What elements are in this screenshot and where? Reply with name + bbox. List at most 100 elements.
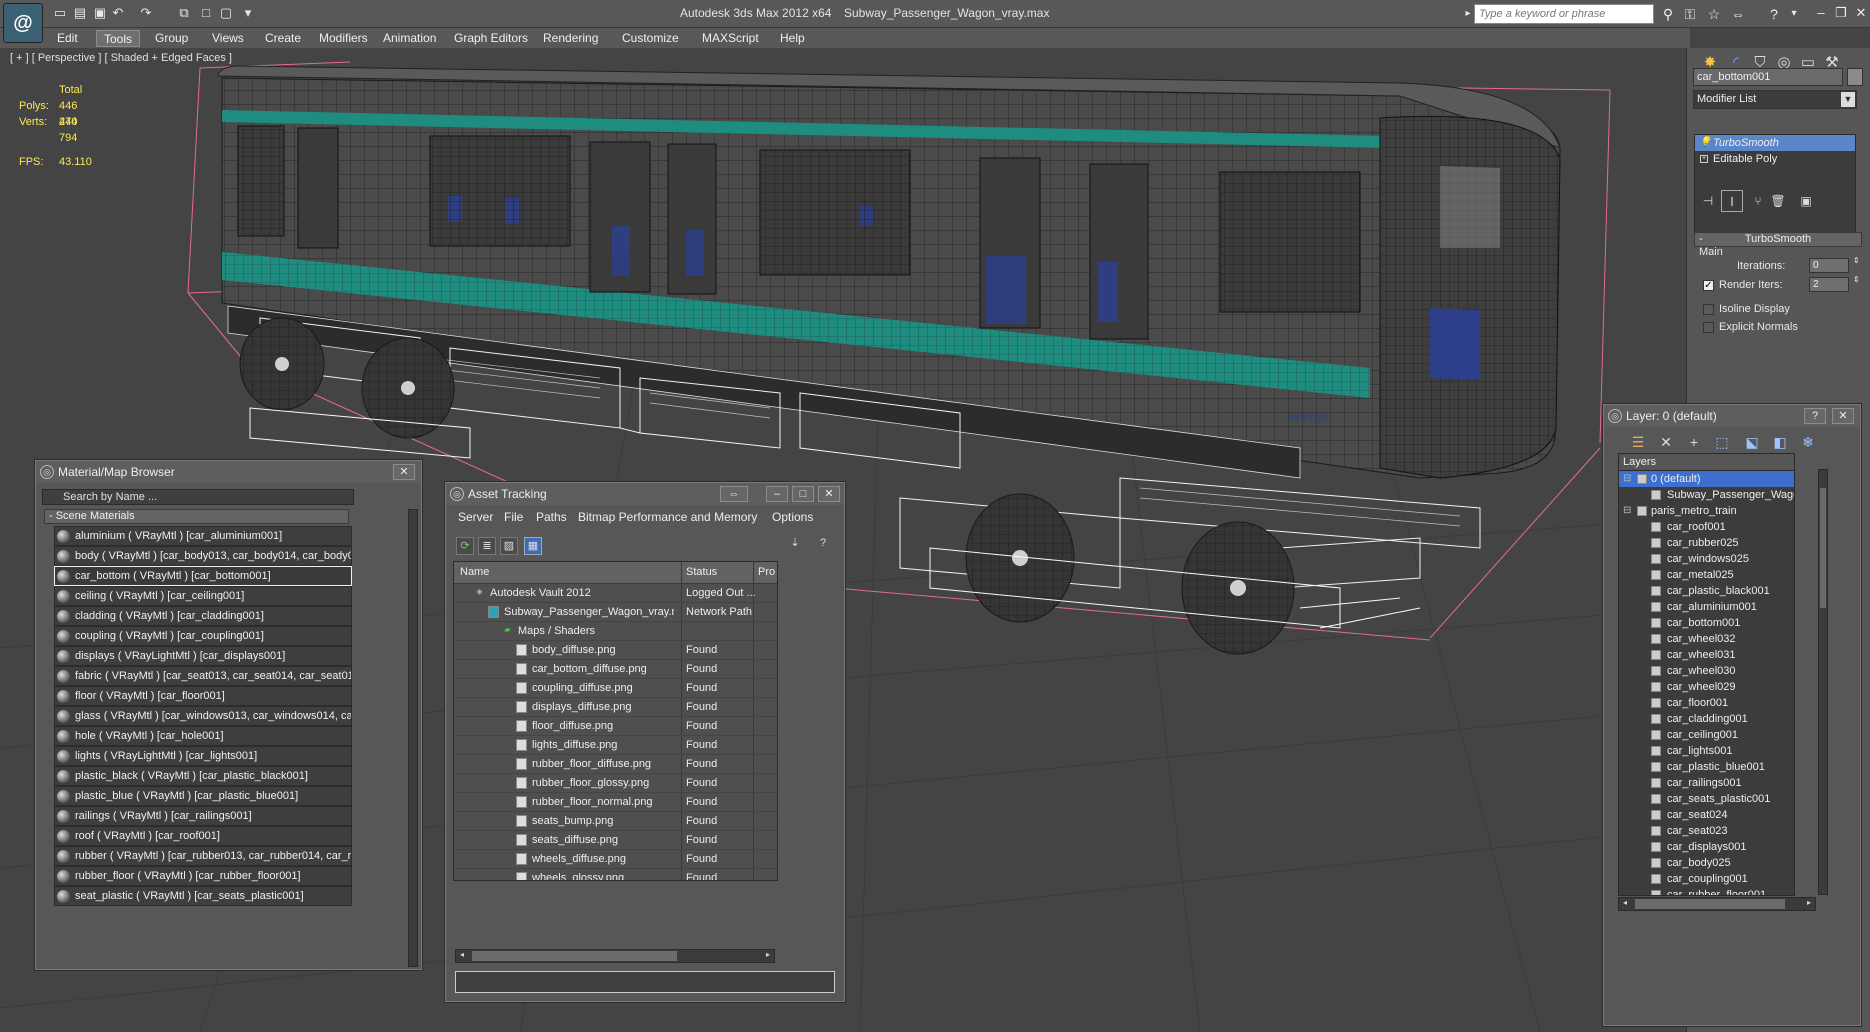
menu-create[interactable]: Create xyxy=(258,30,308,47)
minimize-icon[interactable]: – xyxy=(1812,4,1830,22)
modifier-turbosmooth[interactable]: 💡 TurboSmooth xyxy=(1695,135,1855,151)
asset-row[interactable]: coupling_diffuse.png Found xyxy=(454,679,777,698)
render-iters-checkbox[interactable]: ✓ xyxy=(1703,280,1714,291)
layer-row[interactable]: car_plastic_blue001 xyxy=(1619,759,1794,775)
asset-row[interactable]: lights_diffuse.png Found xyxy=(454,736,777,755)
layer-row[interactable]: car_wheel030 xyxy=(1619,663,1794,679)
turbosmooth-rollout-header[interactable]: - TurboSmooth xyxy=(1694,232,1862,247)
scroll-left-icon[interactable]: ◂ xyxy=(1623,898,1627,907)
asset-menu-bitmap-performance[interactable]: Bitmap Performance and Memory xyxy=(578,510,757,524)
asset-row[interactable]: displays_diffuse.png Found xyxy=(454,698,777,717)
asset-row[interactable]: rubber_floor_diffuse.png Found xyxy=(454,755,777,774)
menu-edit[interactable]: Edit xyxy=(50,30,85,47)
layer-manager-titlebar[interactable]: ◎ Layer: 0 (default) ? ✕ xyxy=(1604,405,1860,427)
asset-menu-options[interactable]: Options xyxy=(772,510,813,524)
scroll-left-icon[interactable]: ◂ xyxy=(460,950,464,959)
asset-row[interactable]: car_bottom_diffuse.png Found xyxy=(454,660,777,679)
scene-materials-group-header[interactable]: - Scene Materials xyxy=(44,509,349,524)
save-icon[interactable]: ▣ xyxy=(92,5,108,21)
add-to-layer-icon[interactable]: + xyxy=(1684,432,1704,452)
spinner-arrows-icon[interactable]: ⇕ xyxy=(1853,275,1860,284)
iterations-spinner[interactable]: 0 xyxy=(1809,258,1849,273)
hide-all-icon[interactable]: ◧ xyxy=(1770,432,1790,452)
delete-layer-icon[interactable]: ✕ xyxy=(1656,432,1676,452)
column-proxy[interactable]: Pro xyxy=(758,566,775,578)
restore-icon[interactable]: ❐ xyxy=(1832,4,1850,22)
material-item[interactable]: plastic_black ( VRayMtl ) [car_plastic_b… xyxy=(54,766,352,786)
asset-menu-server[interactable]: Server xyxy=(458,510,493,524)
select-in-layer-icon[interactable]: ⬚ xyxy=(1712,432,1732,452)
material-browser-titlebar[interactable]: ◎ Material/Map Browser ✕ xyxy=(36,461,421,483)
layer-row[interactable]: car_wheel032 xyxy=(1619,631,1794,647)
table-view-icon[interactable]: ▦ xyxy=(524,537,542,555)
asset-table-hscrollbar[interactable]: ◂ ▸ xyxy=(455,949,775,963)
open-file-icon[interactable]: ▤ xyxy=(72,5,88,21)
layer-row[interactable]: car_roof001 xyxy=(1619,519,1794,535)
asset-row[interactable]: ◈ Autodesk Vault 2012 Logged Out ... xyxy=(454,584,777,603)
modifier-list-dropdown[interactable]: Modifier List ▼ xyxy=(1693,90,1857,109)
infocenter-search-input[interactable]: Type a keyword or phrase xyxy=(1474,4,1654,24)
new-file-icon[interactable]: ▭ xyxy=(52,5,68,21)
menu-customize[interactable]: Customize xyxy=(615,30,686,47)
layers-column-header[interactable]: Layers xyxy=(1619,454,1794,471)
material-item[interactable]: seat_plastic ( VRayMtl ) [car_seats_plas… xyxy=(54,886,352,906)
collapse-icon[interactable]: ⊟ xyxy=(1623,471,1631,487)
menu-maxscript[interactable]: MAXScript xyxy=(695,30,766,47)
asset-row[interactable]: seats_diffuse.png Found xyxy=(454,831,777,850)
refresh-icon[interactable]: ⟳ xyxy=(456,537,474,555)
isoline-display-checkbox[interactable] xyxy=(1703,304,1714,315)
list-view-icon[interactable]: ≣ xyxy=(478,537,496,555)
layer-row[interactable]: car_windows025 xyxy=(1619,551,1794,567)
layer-row[interactable]: car_metal025 xyxy=(1619,567,1794,583)
layer-row[interactable]: car_displays001 xyxy=(1619,839,1794,855)
window-layout-icon[interactable]: □ xyxy=(198,5,214,21)
scroll-right-icon[interactable]: ▸ xyxy=(766,950,770,959)
material-item[interactable]: car_bottom ( VRayMtl ) [car_bottom001] xyxy=(54,566,352,586)
object-name-field[interactable]: car_bottom001 xyxy=(1693,68,1843,86)
material-search-input[interactable]: Search by Name ... xyxy=(42,489,354,505)
asset-row[interactable]: rubber_floor_glossy.png Found xyxy=(454,774,777,793)
remove-modifier-icon[interactable]: 🗑 xyxy=(1767,190,1789,212)
menu-group[interactable]: Group xyxy=(148,30,195,47)
maximize-icon[interactable]: □ xyxy=(792,486,814,502)
material-item[interactable]: floor ( VRayMtl ) [car_floor001] xyxy=(54,686,352,706)
explicit-normals-checkbox[interactable] xyxy=(1703,322,1714,333)
material-item[interactable]: aluminium ( VRayMtl ) [car_aluminium001] xyxy=(54,526,352,546)
close-icon[interactable]: ✕ xyxy=(393,464,415,480)
make-unique-icon[interactable]: ⑂ xyxy=(1747,190,1769,212)
asset-row[interactable]: floor_diffuse.png Found xyxy=(454,717,777,736)
help-icon[interactable]: ? xyxy=(1804,408,1826,424)
layer-row[interactable]: car_wheel029 xyxy=(1619,679,1794,695)
menu-rendering[interactable]: Rendering xyxy=(536,30,605,47)
material-item[interactable]: hole ( VRayMtl ) [car_hole001] xyxy=(54,726,352,746)
workspace-icon[interactable]: ▢ xyxy=(218,5,234,21)
material-item[interactable]: rubber_floor ( VRayMtl ) [car_rubber_flo… xyxy=(54,866,352,886)
help-icon[interactable]: ? xyxy=(1764,4,1784,24)
render-iters-spinner[interactable]: 2 xyxy=(1809,277,1849,292)
asset-row[interactable]: ▰ Maps / Shaders xyxy=(454,622,777,641)
dock-icon[interactable]: ⇔ xyxy=(720,486,748,502)
material-item[interactable]: railings ( VRayMtl ) [car_railings001] xyxy=(54,806,352,826)
scroll-thumb[interactable] xyxy=(1635,899,1785,909)
viewport-label[interactable]: [ + ] [ Perspective ] [ Shaded + Edged F… xyxy=(10,52,232,64)
layer-row[interactable]: car_railings001 xyxy=(1619,775,1794,791)
object-color-swatch[interactable] xyxy=(1847,68,1863,86)
help-dropdown-icon[interactable]: ▾ xyxy=(1784,4,1804,24)
close-icon[interactable]: ✕ xyxy=(818,486,840,502)
minimize-icon[interactable]: – xyxy=(766,486,788,502)
layer-tree-hscrollbar[interactable]: ◂ ▸ xyxy=(1618,897,1816,911)
material-item[interactable]: rubber ( VRayMtl ) [car_rubber013, car_r… xyxy=(54,846,352,866)
app-logo-button[interactable]: @ xyxy=(3,3,43,43)
layer-row[interactable]: car_seat024 xyxy=(1619,807,1794,823)
modifier-editable-poly[interactable]: + Editable Poly xyxy=(1695,151,1855,167)
column-name[interactable]: Name xyxy=(460,566,489,578)
material-item[interactable]: displays ( VRayLightMtl ) [car_displays0… xyxy=(54,646,352,666)
layer-row[interactable]: car_coupling001 xyxy=(1619,871,1794,887)
layer-row[interactable]: car_rubber025 xyxy=(1619,535,1794,551)
layer-row[interactable]: car_bottom001 xyxy=(1619,615,1794,631)
asset-row[interactable]: rubber_floor_normal.png Found xyxy=(454,793,777,812)
menu-views[interactable]: Views xyxy=(205,30,251,47)
pin-stack-icon[interactable]: ⊣ xyxy=(1697,190,1719,212)
layer-row[interactable]: ⊟ 0 (default) xyxy=(1619,471,1794,487)
scroll-right-icon[interactable]: ▸ xyxy=(1807,898,1811,907)
